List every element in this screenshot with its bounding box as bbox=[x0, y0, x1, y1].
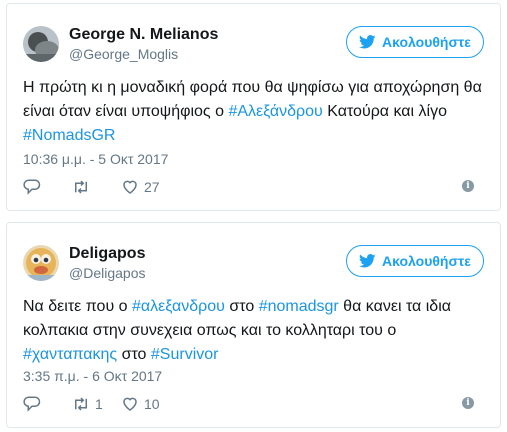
hashtag-link[interactable]: #nomadsgr bbox=[259, 298, 339, 315]
hashtag-link[interactable]: #NomadsGR bbox=[23, 127, 115, 144]
like-count: 10 bbox=[144, 396, 160, 412]
reply-button[interactable] bbox=[23, 178, 72, 196]
author-name[interactable]: Deligapos bbox=[69, 245, 145, 263]
hashtag-link[interactable]: #Survivor bbox=[151, 346, 219, 363]
bird-icon bbox=[359, 254, 376, 268]
follow-button-label: Ακολουθήστε bbox=[382, 253, 471, 269]
like-button[interactable]: 27 bbox=[121, 178, 181, 196]
retweet-count: 1 bbox=[95, 396, 103, 412]
info-icon[interactable]: i bbox=[462, 397, 474, 409]
tweet-actions: 1 10 i bbox=[23, 394, 484, 414]
info-icon[interactable]: i bbox=[462, 180, 474, 192]
author-name[interactable]: George N. Melianos bbox=[69, 26, 218, 44]
retweet-icon bbox=[75, 180, 87, 194]
hashtag-link[interactable]: #αλεξανδρου bbox=[132, 298, 225, 315]
bird-icon bbox=[359, 35, 376, 49]
reply-icon bbox=[23, 179, 41, 195]
like-count: 27 bbox=[144, 179, 160, 195]
author-handle[interactable]: @Deligapos bbox=[69, 265, 145, 282]
retweet-button[interactable] bbox=[72, 178, 121, 196]
retweet-icon bbox=[75, 397, 87, 411]
tweet-card: Deligapos @Deligapos Ακολουθήστε Να δειτ… bbox=[6, 222, 501, 428]
hashtag-link[interactable]: #χανταπακης bbox=[23, 346, 117, 363]
author-handle[interactable]: @George_Moglis bbox=[69, 46, 178, 63]
tweet-text: Η πρώτη κι η μοναδική φορά που θα ψηφίσω… bbox=[23, 76, 484, 148]
timestamp[interactable]: 3:35 π.μ. - 6 Οκτ 2017 bbox=[23, 368, 162, 385]
tweet-text-segment: Κατούρα και λίγο bbox=[322, 103, 447, 120]
tweet-text-segment: Να δειτε που ο bbox=[23, 298, 132, 315]
reply-icon bbox=[23, 396, 41, 412]
like-button[interactable]: 10 bbox=[121, 395, 181, 413]
tweet-text-segment: στο bbox=[117, 346, 151, 363]
hashtag-link[interactable]: #Αλεξάνδρου bbox=[228, 103, 322, 120]
avatar[interactable] bbox=[23, 245, 59, 281]
tweet-text-segment: στο bbox=[224, 298, 259, 315]
tweet-card: George N. Melianos @George_Moglis Ακολου… bbox=[6, 3, 501, 211]
retweet-button[interactable]: 1 bbox=[72, 395, 121, 413]
tweet-text: Να δειτε που ο #αλεξανδρου στο #nomadsgr… bbox=[23, 295, 484, 367]
follow-button[interactable]: Ακολουθήστε bbox=[346, 26, 484, 58]
follow-button[interactable]: Ακολουθήστε bbox=[346, 245, 484, 277]
heart-icon bbox=[123, 180, 137, 194]
heart-icon bbox=[123, 397, 137, 411]
avatar[interactable] bbox=[23, 26, 59, 62]
follow-button-label: Ακολουθήστε bbox=[382, 34, 471, 50]
tweet-actions: 27 i bbox=[23, 177, 484, 197]
timestamp[interactable]: 10:36 μ.μ. - 5 Οκτ 2017 bbox=[23, 151, 168, 168]
reply-button[interactable] bbox=[23, 395, 72, 413]
